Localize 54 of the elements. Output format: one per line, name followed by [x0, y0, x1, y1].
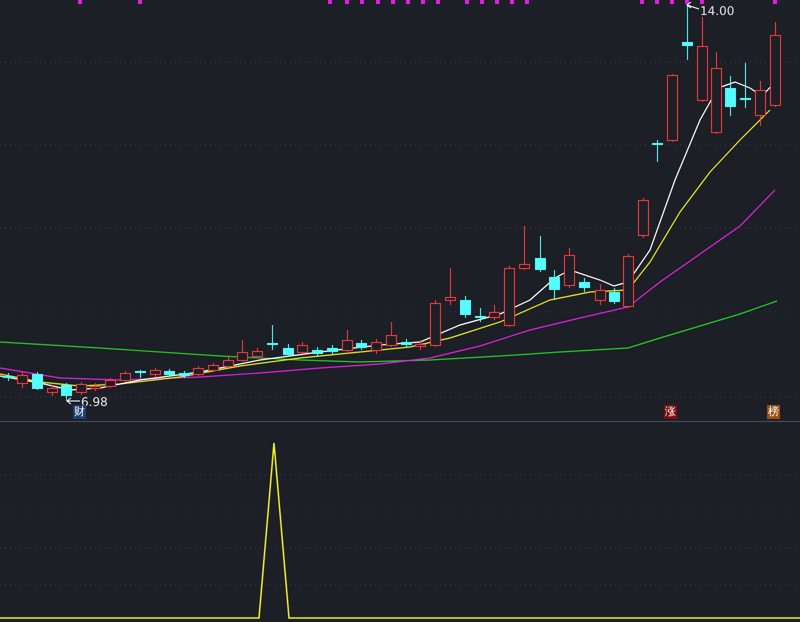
- candlestick: [609, 288, 620, 304]
- candlestick: [623, 254, 634, 308]
- candlestick: [740, 62, 751, 108]
- candlestick: [61, 382, 72, 400]
- candlestick: [164, 368, 175, 378]
- candlestick: [564, 248, 575, 288]
- candlestick: [755, 80, 766, 126]
- candlestick: [579, 278, 590, 292]
- candlestick: [179, 370, 190, 378]
- event-badge: 榜: [767, 405, 780, 419]
- candlestick: [223, 356, 234, 368]
- candlestick: [386, 322, 397, 348]
- candlestick: [208, 362, 219, 372]
- candlestick: [312, 346, 323, 356]
- candlestick: [725, 76, 736, 116]
- candlestick: [150, 368, 161, 378]
- candlestick: [535, 236, 546, 272]
- event-badge: 财: [73, 405, 86, 419]
- candlestick: [193, 366, 204, 376]
- candlestick: [445, 268, 456, 306]
- candlestick: [682, 4, 693, 60]
- candlestick: [267, 324, 278, 350]
- high-price-label: 14.00: [700, 4, 734, 18]
- candlestick: [356, 340, 367, 350]
- candlestick: [415, 340, 426, 350]
- candlestick: [460, 296, 471, 318]
- candlestick: [105, 378, 116, 388]
- candlestick: [32, 372, 43, 390]
- candlestick: [652, 140, 663, 162]
- candlestick: [489, 304, 500, 320]
- candlestick: [327, 344, 338, 356]
- candlestick: [283, 344, 294, 358]
- candlestick: [504, 266, 515, 328]
- candlestick: [17, 372, 28, 388]
- candlestick: [342, 330, 353, 352]
- candlestick: [237, 340, 248, 362]
- candlestick: [430, 300, 441, 348]
- candlestick: [667, 74, 678, 142]
- candlestick: [47, 384, 58, 396]
- candlestick: [252, 348, 263, 358]
- candlestick: [475, 308, 486, 322]
- candlestick: [3, 372, 14, 382]
- candlestick: [297, 342, 308, 354]
- candlestick: [549, 270, 560, 300]
- candlestick: [120, 370, 131, 382]
- candlestick: [519, 226, 530, 270]
- candlestick: [76, 382, 87, 396]
- candlestick: [371, 338, 382, 354]
- candlestick: [638, 198, 649, 238]
- candlestick: [135, 370, 146, 378]
- candlestick: [401, 338, 412, 348]
- event-badge: 涨: [664, 405, 677, 419]
- candlestick: [90, 382, 101, 392]
- candlestick: [595, 284, 606, 306]
